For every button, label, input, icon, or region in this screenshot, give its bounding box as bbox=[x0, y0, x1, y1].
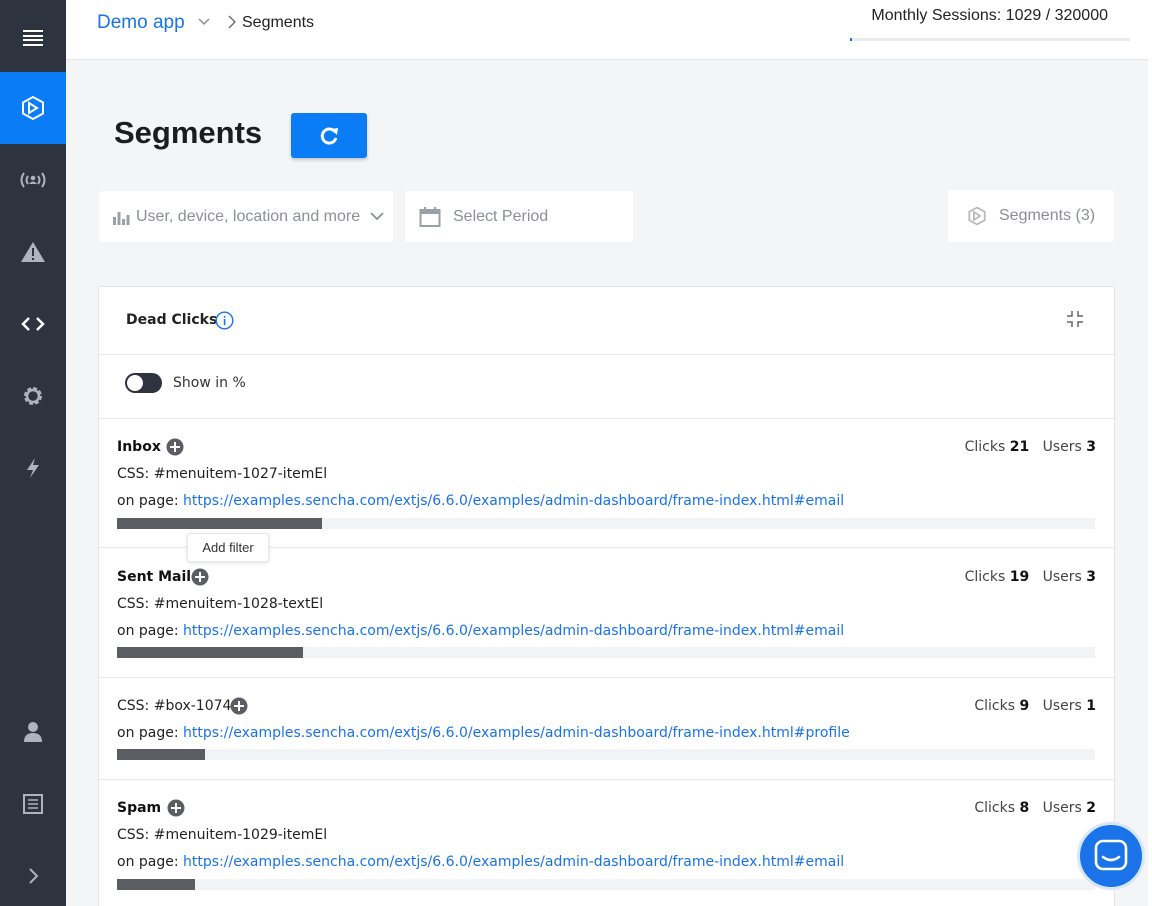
table-row: Spam Clicks 8 Users 2 CSS: #menuitem-102… bbox=[99, 780, 1114, 906]
row-bar bbox=[117, 647, 1095, 658]
sidebar-item-docs[interactable] bbox=[0, 768, 66, 840]
row-css-selector: CSS: #menuitem-1027-itemEl bbox=[117, 466, 328, 482]
show-percent-toggle[interactable] bbox=[125, 373, 162, 393]
broadcast-user-icon bbox=[20, 172, 46, 188]
refresh-button[interactable] bbox=[291, 113, 367, 158]
row-name: Inbox bbox=[117, 439, 161, 455]
period-placeholder: Select Period bbox=[453, 207, 549, 225]
card-header: Dead Clicks bbox=[99, 287, 1114, 355]
sidebar-expand-button[interactable] bbox=[0, 840, 66, 906]
row-bar bbox=[117, 879, 1095, 890]
sidebar-item-alerts[interactable] bbox=[0, 216, 66, 288]
page-link[interactable]: https://examples.sencha.com/extjs/6.6.0/… bbox=[183, 725, 850, 741]
refresh-icon bbox=[320, 127, 338, 145]
row-stats: Clicks 19 Users 3 bbox=[964, 569, 1096, 585]
row-bar-fill bbox=[117, 518, 323, 529]
page-title: Segments bbox=[114, 115, 263, 150]
table-row: Sent Mail Clicks 19 Users 3 CSS: #menuit… bbox=[99, 548, 1114, 678]
document-icon bbox=[23, 794, 43, 814]
sessions-progress bbox=[850, 38, 1130, 41]
row-bar-fill bbox=[117, 879, 196, 890]
collapse-icon[interactable] bbox=[1066, 310, 1084, 328]
chevron-right-icon bbox=[29, 868, 39, 884]
chat-icon bbox=[1094, 839, 1128, 871]
row-bar-fill bbox=[117, 647, 303, 658]
user-filter-placeholder: User, device, location and more bbox=[136, 207, 361, 225]
sidebar-item-integrations[interactable] bbox=[0, 432, 66, 504]
app-switcher[interactable]: Demo app bbox=[97, 12, 185, 34]
row-stats: Clicks 21 Users 3 bbox=[964, 439, 1096, 455]
chat-launcher-button[interactable] bbox=[1077, 822, 1145, 890]
gear-icon bbox=[24, 387, 42, 405]
page-scrollbar[interactable] bbox=[1148, 0, 1152, 906]
sidebar-item-live[interactable] bbox=[0, 144, 66, 216]
toggle-knob bbox=[127, 375, 143, 391]
info-icon[interactable] bbox=[215, 311, 234, 330]
page-link[interactable]: https://examples.sencha.com/extjs/6.6.0/… bbox=[183, 854, 844, 870]
row-bar bbox=[117, 518, 1095, 529]
page-link[interactable]: https://examples.sencha.com/extjs/6.6.0/… bbox=[183, 493, 844, 509]
sidebar bbox=[0, 0, 66, 906]
sidebar-item-account[interactable] bbox=[0, 696, 66, 768]
segments-logo-icon bbox=[22, 95, 44, 121]
code-icon bbox=[21, 317, 45, 331]
row-page: on page: https://examples.sencha.com/ext… bbox=[117, 493, 845, 509]
lightning-icon bbox=[27, 458, 39, 478]
add-filter-icon[interactable] bbox=[191, 568, 209, 586]
user-filter-dropdown[interactable]: User, device, location and more bbox=[99, 191, 393, 242]
sidebar-item-segments[interactable] bbox=[0, 72, 66, 144]
row-name: Sent Mail bbox=[117, 569, 192, 585]
breadcrumb-current: Segments bbox=[242, 14, 315, 31]
segments-count-label: Segments (3) bbox=[999, 207, 1096, 224]
user-icon bbox=[24, 722, 42, 742]
row-name: Spam bbox=[117, 800, 162, 816]
monthly-sessions: Monthly Sessions: 1029 / 320000 bbox=[871, 7, 1108, 24]
add-filter-icon[interactable] bbox=[166, 438, 184, 456]
chevron-down-icon[interactable] bbox=[198, 18, 210, 26]
row-css-selector: CSS: #menuitem-1028-textEl bbox=[117, 596, 324, 612]
show-percent-label: Show in % bbox=[173, 375, 246, 391]
row-css-selector: CSS: #box-1074 bbox=[117, 698, 232, 714]
toggle-row: Show in % bbox=[99, 355, 1114, 419]
warning-icon bbox=[21, 242, 45, 262]
dead-clicks-card: Dead Clicks Show in % Inbox Clicks 21 Us… bbox=[98, 286, 1115, 906]
add-filter-tooltip: Add filter bbox=[187, 533, 269, 562]
table-row: CSS: #box-1074 Clicks 9 Users 1 on page:… bbox=[99, 678, 1114, 780]
menu-button[interactable] bbox=[0, 2, 66, 74]
row-bar-fill bbox=[117, 749, 206, 760]
row-page: on page: https://examples.sencha.com/ext… bbox=[117, 623, 845, 639]
breadcrumb-chevron-icon bbox=[228, 15, 236, 29]
row-page: on page: https://examples.sencha.com/ext… bbox=[117, 854, 845, 870]
segments-button[interactable]: Segments (3) bbox=[948, 190, 1114, 242]
add-filter-icon[interactable] bbox=[230, 697, 248, 715]
row-stats: Clicks 9 Users 1 bbox=[974, 698, 1096, 714]
top-header: Demo app Segments Monthly Sessions: 1029… bbox=[66, 0, 1148, 60]
card-title: Dead Clicks bbox=[126, 312, 218, 328]
row-css-selector: CSS: #menuitem-1029-itemEl bbox=[117, 827, 328, 843]
menu-icon bbox=[23, 30, 43, 46]
row-page: on page: https://examples.sencha.com/ext… bbox=[117, 725, 850, 741]
row-bar bbox=[117, 749, 1095, 760]
table-row: Inbox Clicks 21 Users 3 CSS: #menuitem-1… bbox=[99, 419, 1114, 548]
segments-logo-icon bbox=[968, 206, 986, 226]
sidebar-item-code[interactable] bbox=[0, 288, 66, 360]
add-filter-icon[interactable] bbox=[167, 799, 185, 817]
page-link[interactable]: https://examples.sencha.com/extjs/6.6.0/… bbox=[183, 623, 844, 639]
sidebar-item-settings[interactable] bbox=[0, 360, 66, 432]
chevron-down-icon bbox=[370, 212, 384, 221]
sessions-progress-fill bbox=[850, 38, 852, 41]
period-picker[interactable]: Select Period bbox=[405, 191, 633, 242]
bar-chart-icon bbox=[113, 211, 130, 225]
calendar-icon bbox=[419, 206, 441, 227]
row-stats: Clicks 8 Users 2 bbox=[974, 800, 1096, 816]
